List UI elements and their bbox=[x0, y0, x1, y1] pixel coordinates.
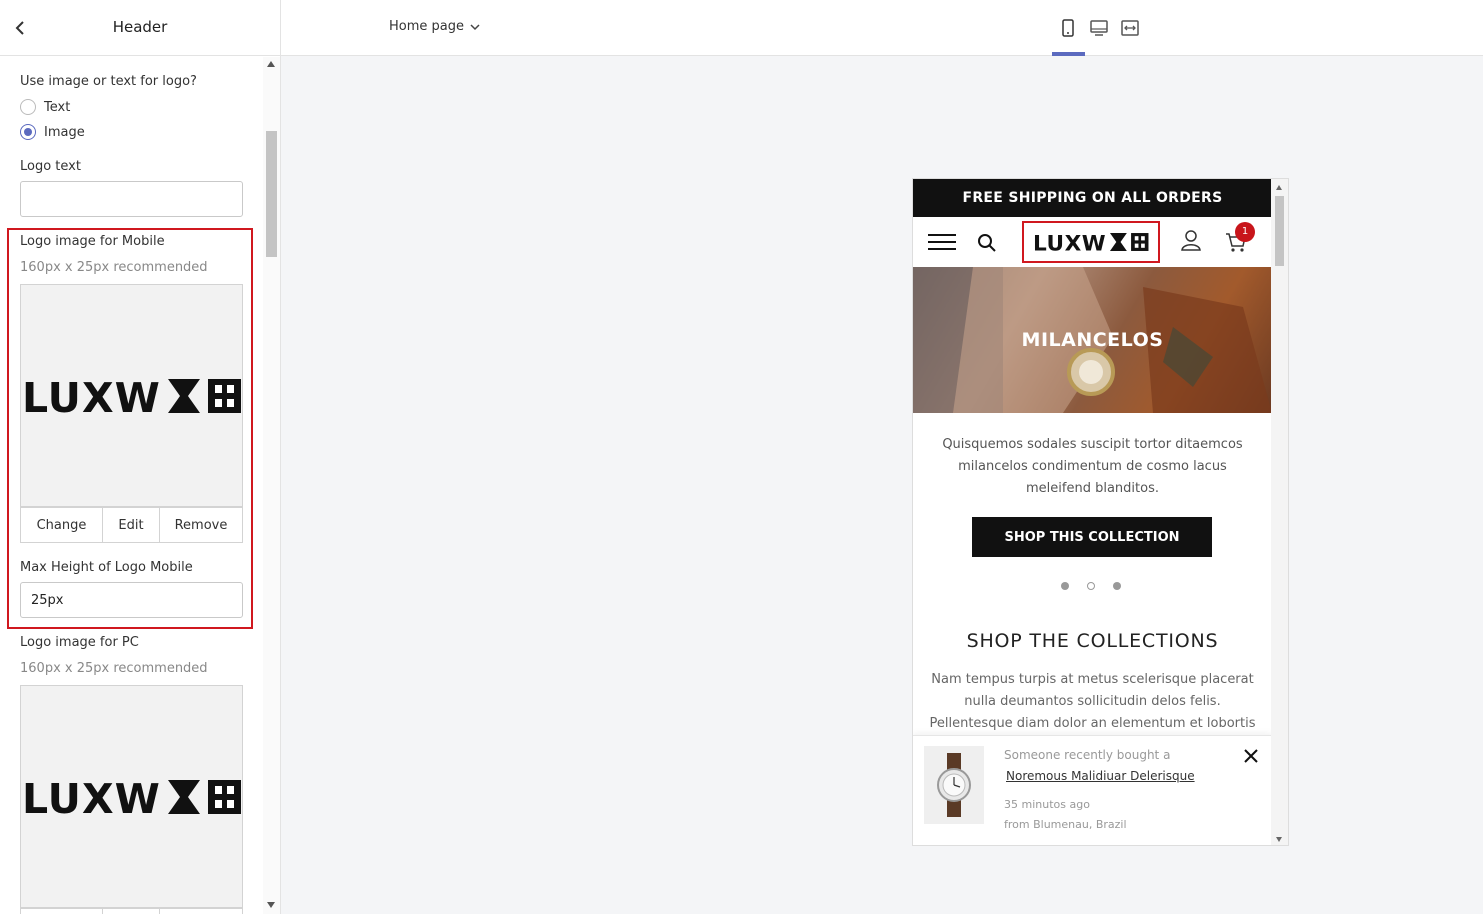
preview-scrollbar-thumb[interactable] bbox=[1275, 196, 1284, 266]
pc-logo-hint: 160px x 25px recommended bbox=[20, 661, 208, 676]
slide-dot-3[interactable] bbox=[1113, 582, 1121, 590]
radio-text[interactable]: Text bbox=[20, 99, 70, 115]
page-selector-label: Home page bbox=[389, 19, 464, 34]
sidebar-header: Header bbox=[0, 0, 280, 56]
hero-banner[interactable]: MILANCELOS bbox=[913, 267, 1272, 413]
radio-image[interactable]: Image bbox=[20, 124, 85, 140]
radio-image-label: Image bbox=[44, 124, 85, 140]
pc-logo-image: LUXW bbox=[22, 777, 241, 817]
pc-edit-button[interactable] bbox=[103, 909, 160, 914]
mobile-logo-hint: 160px x 25px recommended bbox=[20, 260, 208, 275]
mobile-logo-actions: Change Edit Remove bbox=[20, 507, 243, 543]
popup-intro-text: Someone recently bought a bbox=[1004, 748, 1171, 762]
scroll-up-icon[interactable] bbox=[267, 61, 275, 67]
desktop-icon[interactable] bbox=[1089, 18, 1109, 38]
watch-product-image bbox=[937, 753, 971, 817]
sidebar-title: Header bbox=[112, 18, 168, 36]
preview-scrollbar[interactable] bbox=[1271, 179, 1288, 845]
scroll-down-icon[interactable] bbox=[267, 902, 275, 908]
slide-dot-1[interactable] bbox=[1061, 582, 1069, 590]
mobile-logo-label: Logo image for Mobile bbox=[20, 234, 165, 249]
scrollbar-thumb[interactable] bbox=[266, 131, 277, 257]
logo-type-question: Use image or text for logo? bbox=[20, 74, 197, 89]
fullwidth-icon[interactable] bbox=[1120, 18, 1140, 38]
pc-logo-label: Logo image for PC bbox=[20, 635, 139, 650]
close-icon[interactable] bbox=[1243, 748, 1259, 764]
sidebar-scrollbar[interactable] bbox=[263, 57, 280, 914]
pc-remove-button[interactable] bbox=[160, 909, 242, 914]
shop-collection-button[interactable]: SHOP THIS COLLECTION bbox=[972, 517, 1212, 557]
mobile-icon[interactable] bbox=[1058, 18, 1078, 38]
logo-text-input[interactable] bbox=[20, 181, 243, 217]
svg-text:LUXW: LUXW bbox=[1033, 231, 1106, 253]
product-thumbnail[interactable] bbox=[924, 746, 984, 824]
pc-logo-preview[interactable]: LUXW bbox=[20, 685, 243, 908]
remove-button[interactable]: Remove bbox=[160, 508, 242, 542]
logo-text-label: Logo text bbox=[20, 159, 81, 174]
hero-description: Quisquemos sodales suscipit tortor ditae… bbox=[942, 437, 1243, 496]
active-device-indicator bbox=[1052, 52, 1085, 56]
chevron-down-icon bbox=[470, 23, 480, 30]
max-height-input[interactable] bbox=[20, 582, 243, 618]
edit-button[interactable]: Edit bbox=[103, 508, 160, 542]
page-selector[interactable]: Home page bbox=[389, 19, 480, 34]
svg-text:LUXW: LUXW bbox=[22, 777, 161, 817]
change-button[interactable]: Change bbox=[21, 508, 103, 542]
pc-logo-actions bbox=[20, 908, 243, 914]
svg-text:LUXW: LUXW bbox=[22, 376, 161, 416]
store-header: LUXW 1 bbox=[913, 217, 1272, 267]
pc-change-button[interactable] bbox=[21, 909, 103, 914]
announcement-bar: FREE SHIPPING ON ALL ORDERS bbox=[913, 179, 1272, 217]
cart-count-badge: 1 bbox=[1235, 222, 1255, 242]
hero-title: MILANCELOS bbox=[1021, 329, 1164, 351]
radio-image-circle[interactable] bbox=[20, 124, 36, 140]
popup-product-link[interactable]: Noremous Malidiuar Delerisque bbox=[1006, 769, 1195, 783]
store-logo-highlight[interactable]: LUXW bbox=[1022, 221, 1160, 263]
preview-scroll-down-icon[interactable] bbox=[1276, 837, 1282, 842]
radio-text-circle[interactable] bbox=[20, 99, 36, 115]
hamburger-menu-icon[interactable] bbox=[928, 233, 956, 251]
slide-dot-2[interactable] bbox=[1087, 582, 1095, 590]
collections-title: SHOP THE COLLECTIONS bbox=[966, 630, 1219, 652]
mobile-preview-frame: FREE SHIPPING ON ALL ORDERS LUXW 1 MILAN… bbox=[912, 178, 1289, 846]
preview-scroll-up-icon[interactable] bbox=[1276, 185, 1282, 190]
max-height-label: Max Height of Logo Mobile bbox=[20, 560, 193, 575]
settings-sidebar: Header Use image or text for logo? Text … bbox=[0, 0, 281, 914]
radio-text-label: Text bbox=[44, 99, 71, 115]
search-icon[interactable] bbox=[977, 233, 997, 253]
popup-location: from Blumenau, Brazil bbox=[1004, 818, 1127, 831]
mobile-logo-preview[interactable]: LUXW bbox=[20, 284, 243, 507]
store-logo: LUXW bbox=[1033, 231, 1149, 253]
recent-purchase-popup: Someone recently bought a Noremous Malid… bbox=[913, 735, 1272, 845]
preview-topbar: Home page bbox=[281, 0, 1483, 56]
sidebar-body: Use image or text for logo? Text Image L… bbox=[0, 57, 263, 914]
mobile-logo-image: LUXW bbox=[22, 376, 241, 416]
popup-time: 35 minutos ago bbox=[1004, 798, 1090, 811]
user-account-icon[interactable] bbox=[1181, 229, 1201, 251]
